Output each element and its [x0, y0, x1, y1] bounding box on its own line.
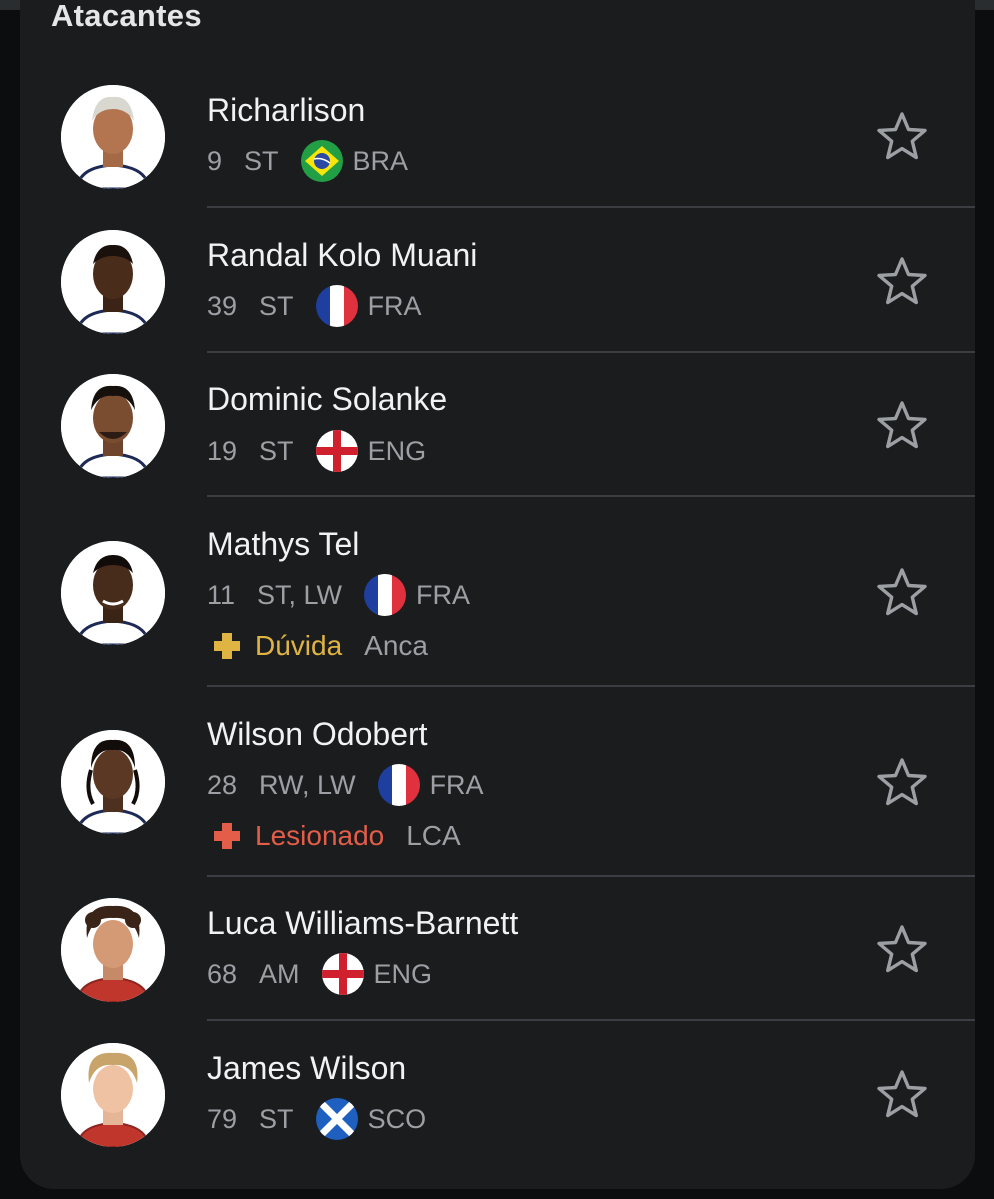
player-position: AM	[259, 958, 300, 989]
player-country: FRA	[367, 290, 422, 321]
player-avatar	[61, 85, 165, 189]
player-position: ST, LW	[257, 579, 343, 610]
player-country: ENG	[373, 958, 433, 989]
row-divider	[207, 875, 975, 877]
attackers-card: Atacantes Richarlison 9 ST BRA Randal Ko…	[20, 0, 975, 1189]
france-flag-icon	[315, 285, 358, 327]
player-avatar	[61, 1043, 165, 1147]
favorite-star-icon[interactable]	[875, 110, 929, 164]
player-meta: 28 RW, LW FRA	[207, 764, 484, 806]
player-country: ENG	[367, 435, 427, 466]
player-meta: 11 ST, LW FRA	[207, 574, 471, 616]
player-avatar	[61, 898, 165, 1002]
status-label: Lesionado	[255, 820, 385, 851]
player-country: FRA	[416, 579, 471, 610]
plus-cross-icon	[214, 823, 240, 849]
player-name: James Wilson	[207, 1050, 407, 1086]
row-divider	[207, 351, 975, 353]
player-position: RW, LW	[259, 769, 356, 800]
player-avatar	[61, 730, 165, 834]
player-status: Lesionado LCA	[213, 818, 461, 854]
player-meta: 19 ST ENG	[207, 430, 427, 472]
player-position: ST	[259, 1103, 294, 1134]
player-meta: 68 AM ENG	[207, 953, 433, 995]
player-avatar	[61, 230, 165, 334]
player-country: FRA	[429, 769, 484, 800]
player-number: 39	[207, 290, 238, 321]
player-position: ST	[244, 145, 279, 176]
favorite-star-icon[interactable]	[875, 923, 929, 977]
player-meta: 9 ST BRA	[207, 140, 409, 182]
player-avatar	[61, 374, 165, 478]
player-name: Randal Kolo Muani	[207, 237, 478, 273]
status-note: LCA	[406, 820, 461, 851]
player-number: 28	[207, 769, 238, 800]
player-name: Wilson Odobert	[207, 716, 428, 752]
player-meta: 39 ST FRA	[207, 285, 422, 327]
section-title: Atacantes	[51, 0, 202, 33]
player-name: Mathys Tel	[207, 526, 360, 562]
row-divider	[207, 685, 975, 687]
player-avatar	[61, 541, 165, 645]
row-divider	[207, 206, 975, 208]
player-country: BRA	[352, 145, 409, 176]
player-status: Dúvida Anca	[213, 628, 428, 664]
england-flag-icon	[315, 430, 358, 472]
row-divider	[207, 1019, 975, 1021]
favorite-star-icon[interactable]	[875, 399, 929, 453]
scotland-flag-icon	[315, 1098, 358, 1140]
player-country: SCO	[367, 1103, 427, 1134]
player-position: ST	[259, 290, 294, 321]
player-number: 19	[207, 435, 238, 466]
player-number: 79	[207, 1103, 238, 1134]
player-number: 68	[207, 958, 238, 989]
player-name: Dominic Solanke	[207, 381, 448, 417]
row-divider	[207, 495, 975, 497]
favorite-star-icon[interactable]	[875, 1068, 929, 1122]
england-flag-icon	[321, 953, 364, 995]
player-name: Luca Williams-Barnett	[207, 905, 519, 941]
player-name: Richarlison	[207, 92, 366, 128]
favorite-star-icon[interactable]	[875, 756, 929, 810]
player-meta: 79 ST SCO	[207, 1098, 427, 1140]
france-flag-icon	[364, 574, 407, 616]
favorite-star-icon[interactable]	[875, 566, 929, 620]
favorite-star-icon[interactable]	[875, 255, 929, 309]
status-note: Anca	[364, 630, 428, 661]
player-position: ST	[259, 435, 294, 466]
brazil-flag-icon	[300, 140, 343, 182]
player-number: 11	[207, 579, 236, 610]
france-flag-icon	[377, 764, 420, 806]
player-number: 9	[207, 145, 223, 176]
status-label: Dúvida	[255, 630, 343, 661]
plus-cross-icon	[214, 633, 240, 659]
